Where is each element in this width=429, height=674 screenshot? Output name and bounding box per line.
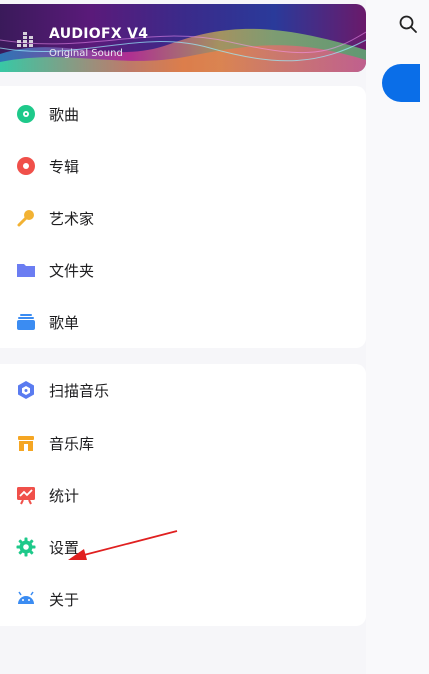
menu-item-statistics[interactable]: 统计 xyxy=(0,469,366,521)
menu-item-music-library[interactable]: 音乐库 xyxy=(0,417,366,469)
menu-item-settings[interactable]: 设置 xyxy=(0,521,366,573)
app-title: AUDIOFX V4 xyxy=(49,26,149,42)
cube-scan-icon xyxy=(16,380,36,400)
stats-icon xyxy=(16,485,36,505)
folder-icon xyxy=(16,260,36,280)
store-icon xyxy=(16,433,36,453)
menu-item-playlists[interactable]: 歌单 xyxy=(0,296,366,348)
fab-tab[interactable] xyxy=(382,64,420,102)
menu-item-about[interactable]: 关于 xyxy=(0,573,366,625)
disc-icon xyxy=(16,104,36,124)
equalizer-icon xyxy=(17,32,33,47)
header-banner: AUDIOFX V4 Original Sound xyxy=(0,4,366,72)
menu-item-songs[interactable]: 歌曲 xyxy=(0,88,366,140)
search-icon xyxy=(399,15,417,33)
android-icon xyxy=(16,589,36,609)
menu-item-label: 歌单 xyxy=(49,313,80,332)
menu-item-artists[interactable]: 艺术家 xyxy=(0,192,366,244)
menu-item-label: 歌曲 xyxy=(49,105,80,124)
album-icon xyxy=(16,156,36,176)
app-subtitle: Original Sound xyxy=(49,48,123,59)
menu-item-scan-music[interactable]: 扫描音乐 xyxy=(0,364,366,416)
search-button[interactable] xyxy=(396,12,420,36)
menu-item-label: 音乐库 xyxy=(49,434,95,453)
playlist-icon xyxy=(16,312,36,332)
gear-icon xyxy=(16,537,36,557)
menu-item-label: 设置 xyxy=(49,538,80,557)
microphone-icon xyxy=(16,208,36,228)
menu-item-label: 扫描音乐 xyxy=(49,381,110,400)
menu-item-folders[interactable]: 文件夹 xyxy=(0,244,366,296)
menu-item-label: 文件夹 xyxy=(49,261,95,280)
menu-item-label: 专辑 xyxy=(49,157,80,176)
menu-item-albums[interactable]: 专辑 xyxy=(0,140,366,192)
library-menu-card: 歌曲 专辑 艺术家 文件夹 歌单 xyxy=(0,86,366,348)
menu-item-label: 艺术家 xyxy=(49,209,95,228)
navigation-drawer: AUDIOFX V4 Original Sound 歌曲 专辑 艺术家 文件夹 … xyxy=(0,0,366,674)
tools-menu-card: 扫描音乐 音乐库 统计 设置 关于 xyxy=(0,364,366,626)
menu-item-label: 关于 xyxy=(49,590,80,609)
menu-item-label: 统计 xyxy=(49,486,80,505)
